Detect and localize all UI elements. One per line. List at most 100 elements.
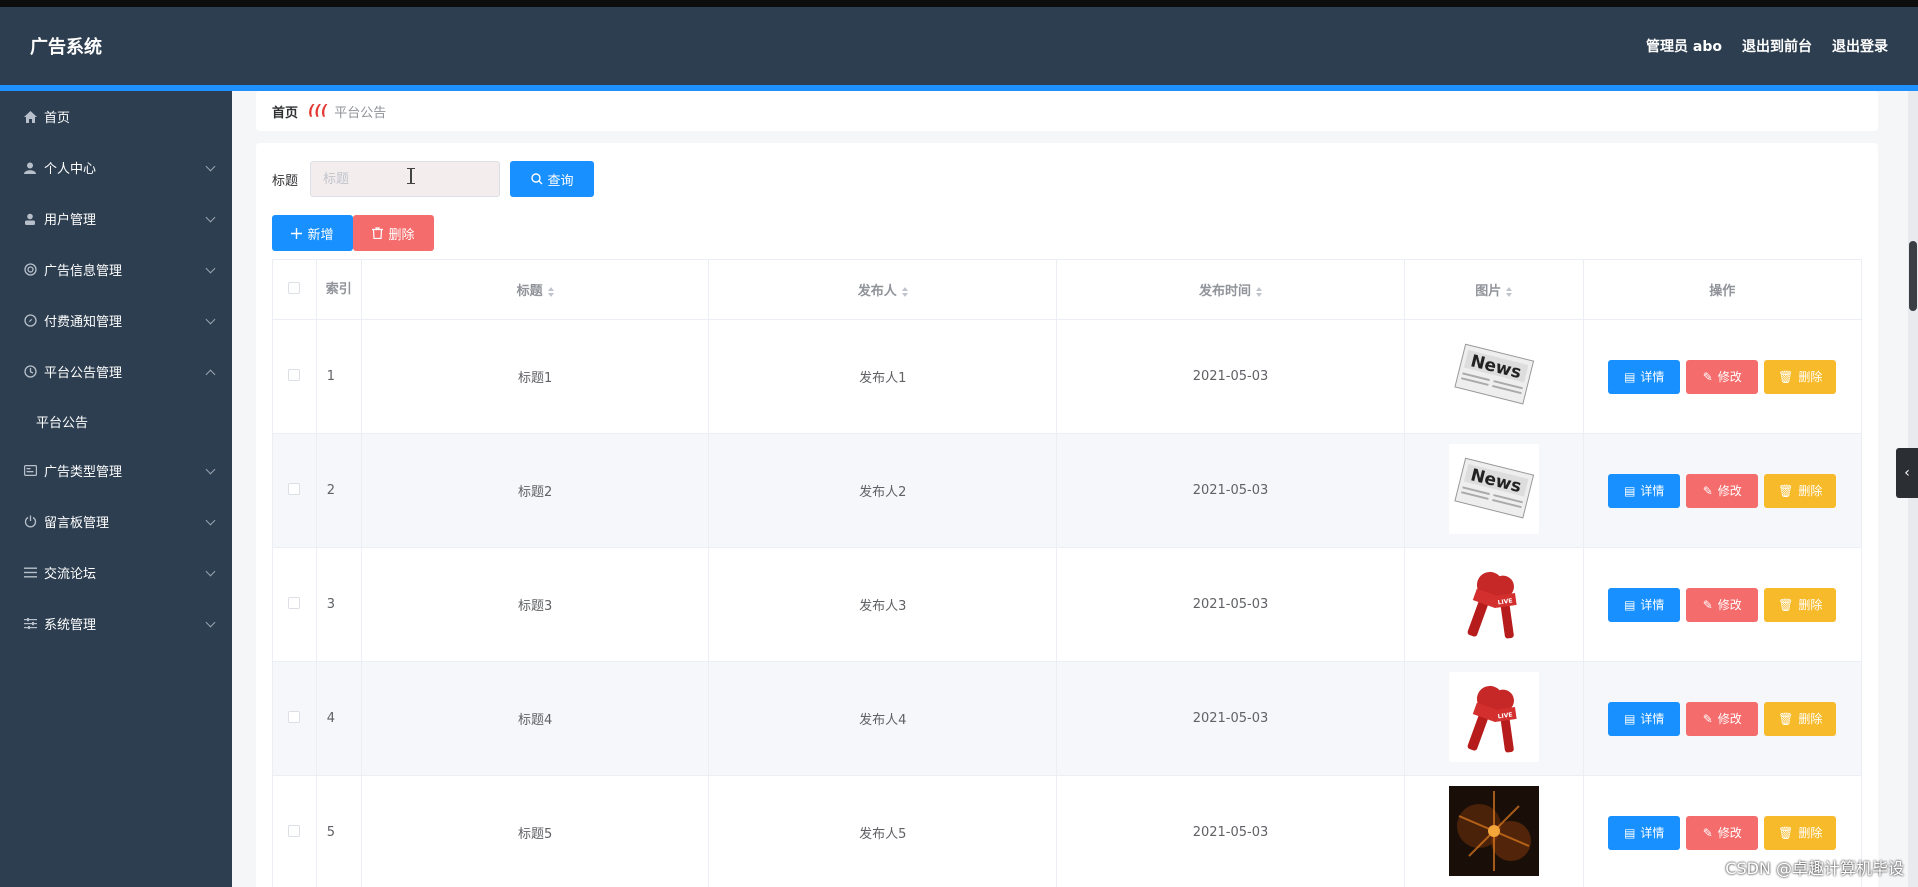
chevron-down-icon (205, 212, 216, 222)
sidebar-subitem-announcement[interactable]: 平台公告 (0, 397, 232, 445)
announcement-table: 索引 标题 发布人 发布时间 图片 操作 1 标题1 发布人1 2021-05-… (272, 259, 1863, 887)
sidebar-item-label: 付费通知管理 (44, 315, 123, 330)
row-checkbox-cell[interactable] (272, 433, 317, 548)
delete-button[interactable]: 🗑 删除 (1764, 701, 1837, 736)
sidebar-item-label: 留言板管理 (44, 516, 110, 531)
row-image-cell: LIVE (1403, 661, 1584, 776)
sidebar-item-label: 个人中心 (44, 162, 97, 177)
table-body: 1 标题1 发布人1 2021-05-03 News ▤ 详情 ✎ 修改 🗑 删除 (272, 319, 1863, 887)
row-publisher: 发布人5 (708, 775, 1058, 887)
delete-button[interactable]: 🗑 删除 (1764, 815, 1837, 850)
row-checkbox-cell[interactable] (272, 661, 317, 776)
breadcrumb: 首页 ((( 平台公告 (256, 91, 1878, 131)
sidebar-item-ad-type-management[interactable]: 广告类型管理 (0, 445, 232, 496)
row-checkbox-cell[interactable] (272, 547, 317, 662)
edit-button-label: 修改 (1717, 826, 1742, 840)
column-header-publisher[interactable]: 发布人 (708, 259, 1058, 320)
pencil-icon: ✎ (1702, 711, 1713, 726)
detail-button[interactable]: ▤ 详情 (1608, 701, 1681, 736)
detail-button[interactable]: ▤ 详情 (1608, 359, 1681, 394)
add-button[interactable]: 新增 (272, 215, 353, 251)
action-bar: 新增 删除 (272, 215, 434, 251)
detail-button-label: 详情 (1640, 712, 1665, 726)
detail-button[interactable]: ▤ 详情 (1608, 473, 1681, 508)
select-all-cell[interactable] (272, 259, 317, 320)
row-checkbox-cell[interactable] (272, 319, 317, 434)
breadcrumb-current: 平台公告 (334, 105, 387, 121)
row-checkbox-cell[interactable] (272, 775, 317, 887)
row-time: 2021-05-03 (1056, 661, 1405, 776)
watermark: CSDN @卓趣计算机毕设 (1725, 859, 1904, 878)
sidebar-item-label: 用户管理 (44, 213, 97, 228)
scrollbar-thumb[interactable] (1909, 241, 1917, 311)
chevron-up-icon (205, 369, 216, 379)
sidebar-item-home[interactable]: 首页 (0, 91, 232, 142)
delete-button-label: 删除 (1798, 370, 1823, 384)
edit-button[interactable]: ✎ 修改 (1686, 587, 1759, 622)
news-thumbnail: News (1448, 443, 1539, 534)
row-index: 4 (315, 661, 362, 776)
content-card: 标题 查询 新增 删除 索引 (256, 143, 1878, 887)
detail-button-label: 详情 (1640, 484, 1665, 498)
row-ops-cell: ▤ 详情 ✎ 修改 🗑 删除 (1582, 319, 1863, 434)
row-checkbox[interactable] (288, 482, 301, 495)
chevron-left-icon[interactable]: ‹ (1896, 448, 1918, 498)
sort-icon[interactable] (547, 286, 554, 297)
sort-icon[interactable] (1506, 286, 1513, 297)
text-cursor (407, 168, 415, 184)
edit-button[interactable]: ✎ 修改 (1686, 701, 1759, 736)
delete-button-label: 删除 (1798, 484, 1823, 498)
row-actions: ▤ 详情 ✎ 修改 🗑 删除 (1608, 473, 1837, 508)
column-header-time-label: 发布时间 (1198, 284, 1251, 299)
doc-icon: ▤ (1624, 597, 1636, 612)
detail-button[interactable]: ▤ 详情 (1608, 815, 1681, 850)
logout-link[interactable]: 退出登录 (1832, 36, 1888, 56)
detail-button[interactable]: ▤ 详情 (1608, 587, 1681, 622)
row-time: 2021-05-03 (1056, 547, 1405, 662)
sidebar-item-announcement-management[interactable]: 平台公告管理 (0, 346, 232, 397)
breadcrumb-home[interactable]: 首页 (272, 102, 298, 121)
edit-button[interactable]: ✎ 修改 (1686, 815, 1759, 850)
title-search-input[interactable] (310, 161, 501, 197)
sidebar-item-ad-info-management[interactable]: 广告信息管理 (0, 244, 232, 295)
sidebar-item-personal-center[interactable]: 个人中心 (0, 142, 232, 193)
plus-icon (291, 227, 303, 239)
sort-icon[interactable] (901, 286, 908, 297)
column-header-title[interactable]: 标题 (360, 259, 710, 320)
chevron-down-icon (205, 566, 216, 576)
chevron-down-icon (205, 314, 216, 324)
edit-button-label: 修改 (1717, 484, 1742, 498)
sidebar-item-user-management[interactable]: 用户管理 (0, 193, 232, 244)
fireworks-thumbnail (1448, 785, 1539, 876)
sidebar-item-label: 系统管理 (44, 618, 97, 633)
power-icon (22, 514, 38, 530)
sidebar-item-message-board-management[interactable]: 留言板管理 (0, 496, 232, 547)
row-image-cell (1403, 775, 1584, 887)
sidebar-item-system-management[interactable]: 系统管理 (0, 598, 232, 649)
row-time: 2021-05-03 (1056, 775, 1405, 887)
select-all-checkbox[interactable] (288, 281, 301, 294)
column-header-image[interactable]: 图片 (1403, 259, 1584, 320)
target-icon (22, 262, 38, 278)
delete-button[interactable]: 🗑 删除 (1764, 473, 1837, 508)
pencil-icon: ✎ (1702, 825, 1713, 840)
row-checkbox[interactable] (288, 368, 301, 381)
top-stripe (0, 0, 1918, 7)
column-header-time[interactable]: 发布时间 (1056, 259, 1405, 320)
edit-button[interactable]: ✎ 修改 (1686, 473, 1759, 508)
delete-button[interactable]: 🗑 删除 (1764, 587, 1837, 622)
sidebar: 首页 个人中心 用户管理 广告信息管理 付费通知管理 平台公告管理 平台公告 广… (0, 91, 232, 887)
delete-button[interactable]: 🗑 删除 (1764, 359, 1837, 394)
sort-icon[interactable] (1256, 286, 1262, 297)
row-checkbox[interactable] (288, 824, 301, 837)
edit-button[interactable]: ✎ 修改 (1686, 359, 1759, 394)
bulk-delete-button[interactable]: 删除 (353, 215, 434, 251)
chevron-down-icon (205, 464, 216, 474)
row-checkbox[interactable] (288, 710, 301, 723)
sidebar-item-payment-notice-management[interactable]: 付费通知管理 (0, 295, 232, 346)
sidebar-item-forum[interactable]: 交流论坛 (0, 547, 232, 598)
exit-to-front-link[interactable]: 退出到前台 (1742, 36, 1812, 56)
delete-button-label: 删除 (1798, 712, 1823, 726)
row-checkbox[interactable] (288, 596, 301, 609)
query-button[interactable]: 查询 (510, 161, 595, 197)
